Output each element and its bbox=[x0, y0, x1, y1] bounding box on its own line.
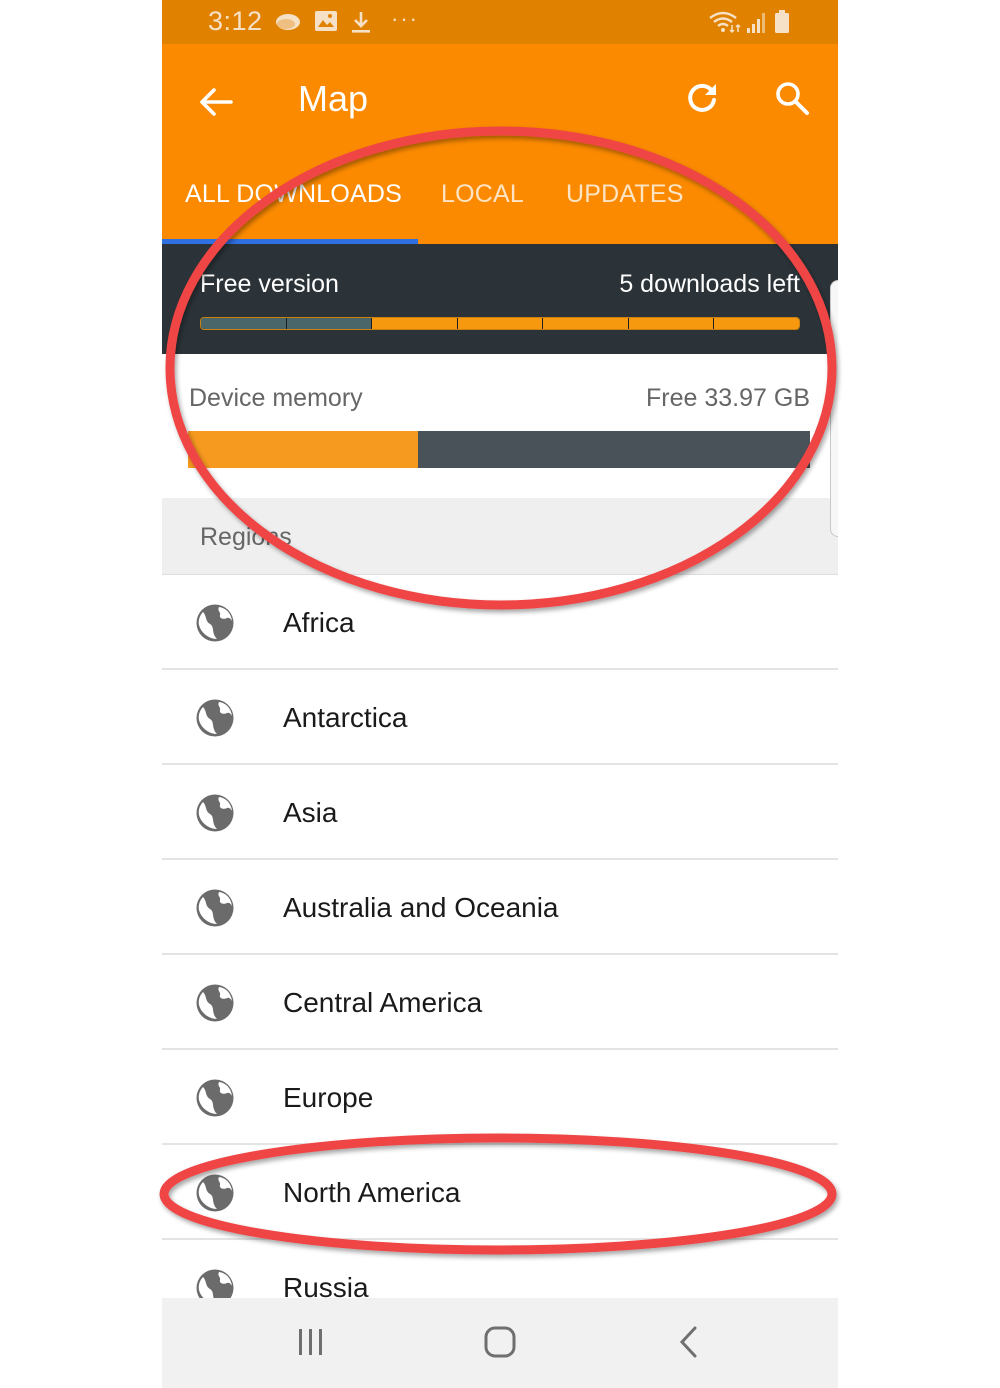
regions-header-label: Regions bbox=[200, 523, 292, 551]
phone-screen: 3:12 ··· Map ALL DOWNLOADS LOCAL UPDATES… bbox=[162, 0, 838, 1388]
device-memory-free: Free 33.97 GB bbox=[646, 384, 810, 412]
status-time: 3:12 bbox=[208, 6, 263, 36]
globe-icon bbox=[196, 889, 234, 927]
page-title: Map bbox=[298, 78, 369, 119]
signal-icon bbox=[746, 10, 768, 39]
app-bar: Map ALL DOWNLOADS LOCAL UPDATES bbox=[162, 44, 838, 244]
globe-icon bbox=[196, 794, 234, 832]
globe-icon bbox=[196, 984, 234, 1022]
back-button[interactable] bbox=[192, 78, 240, 126]
chevron-left-icon bbox=[679, 1326, 697, 1358]
recent-apps-button[interactable] bbox=[281, 1320, 341, 1364]
region-item-australia-and-oceania[interactable]: Australia and Oceania bbox=[162, 860, 838, 955]
region-label: Antarctica bbox=[283, 702, 408, 733]
downloads-left-count: 5 downloads left bbox=[619, 270, 800, 298]
region-label: North America bbox=[283, 1177, 461, 1208]
search-icon bbox=[776, 82, 809, 115]
region-item-africa[interactable]: Africa bbox=[162, 575, 838, 670]
refresh-icon bbox=[688, 83, 716, 112]
scrollbar-thumb[interactable] bbox=[830, 280, 838, 537]
region-label: Central America bbox=[283, 987, 483, 1018]
search-button[interactable] bbox=[768, 74, 816, 122]
region-item-asia[interactable]: Asia bbox=[162, 765, 838, 860]
download-icon bbox=[350, 10, 372, 39]
chat-bubble-icon bbox=[274, 12, 302, 39]
download-slot-available bbox=[543, 318, 629, 329]
download-slot-available bbox=[457, 318, 544, 329]
device-memory-bar bbox=[188, 431, 810, 468]
more-notifications-icon: ··· bbox=[391, 6, 419, 31]
region-item-europe[interactable]: Europe bbox=[162, 1050, 838, 1145]
download-slot-used bbox=[286, 318, 373, 329]
download-slot-available bbox=[372, 318, 458, 329]
system-nav-bar bbox=[162, 1298, 838, 1388]
region-list: Africa Antarctica Asia Australia and Oce… bbox=[162, 575, 838, 1335]
recent-apps-icon bbox=[299, 1329, 322, 1355]
region-label: Africa bbox=[283, 607, 355, 638]
region-item-north-america[interactable]: North America bbox=[162, 1145, 838, 1240]
device-memory-used-fill bbox=[188, 431, 419, 468]
device-memory-label: Device memory bbox=[189, 384, 363, 412]
regions-section-header: Regions bbox=[162, 498, 838, 575]
tab-updates[interactable]: UPDATES bbox=[566, 180, 684, 209]
status-bar: 3:12 ··· bbox=[162, 0, 838, 44]
refresh-button[interactable] bbox=[678, 74, 726, 122]
globe-icon bbox=[196, 699, 234, 737]
downloads-quota-bar bbox=[200, 317, 800, 330]
download-slot-used bbox=[201, 318, 287, 329]
region-label: Asia bbox=[283, 797, 338, 828]
arrow-left-icon bbox=[200, 88, 233, 116]
image-icon bbox=[314, 10, 338, 37]
wifi-icon bbox=[708, 10, 742, 39]
download-slot-available bbox=[628, 318, 715, 329]
region-label: Australia and Oceania bbox=[283, 892, 559, 923]
tab-all-downloads[interactable]: ALL DOWNLOADS bbox=[185, 180, 402, 209]
tab-bar: ALL DOWNLOADS LOCAL UPDATES bbox=[162, 164, 838, 244]
system-back-button[interactable] bbox=[658, 1320, 718, 1364]
free-version-panel: Free version 5 downloads left bbox=[162, 244, 838, 354]
region-label: Europe bbox=[283, 1082, 374, 1113]
home-icon bbox=[484, 1326, 516, 1358]
battery-icon bbox=[774, 10, 790, 39]
home-button[interactable] bbox=[470, 1320, 530, 1364]
globe-icon bbox=[196, 1079, 234, 1117]
tab-local[interactable]: LOCAL bbox=[441, 180, 524, 209]
globe-icon bbox=[196, 604, 234, 642]
free-version-label: Free version bbox=[200, 270, 339, 298]
globe-icon bbox=[196, 1174, 234, 1212]
device-memory-panel: Device memory Free 33.97 GB bbox=[162, 354, 838, 498]
region-item-antarctica[interactable]: Antarctica bbox=[162, 670, 838, 765]
region-item-central-america[interactable]: Central America bbox=[162, 955, 838, 1050]
download-slot-available bbox=[714, 318, 799, 329]
